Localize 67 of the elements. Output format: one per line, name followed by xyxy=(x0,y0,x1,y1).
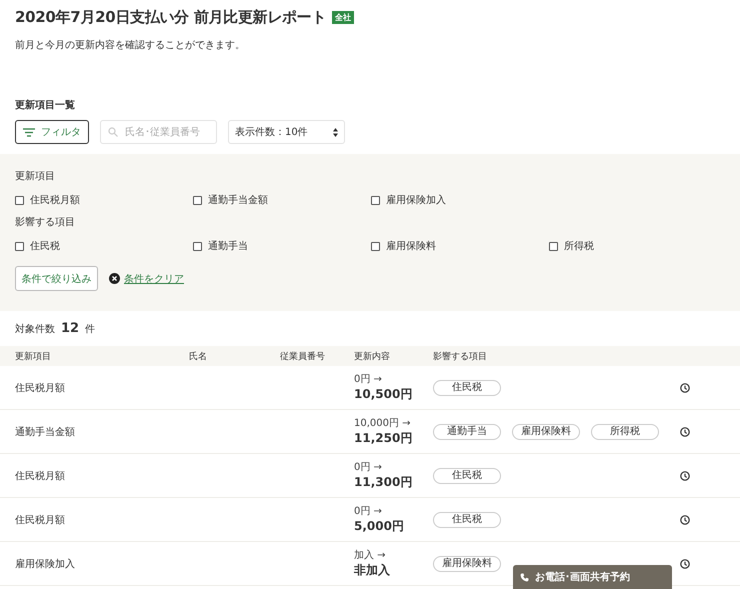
previous-value: 10,000円 → xyxy=(354,417,412,430)
new-value: 5,000円 xyxy=(354,518,405,535)
checkbox-label: 住民税 xyxy=(30,240,60,253)
scope-badge: 全社 xyxy=(332,11,354,24)
new-value: 11,300円 xyxy=(354,474,414,491)
checkbox-label: 雇用保険料 xyxy=(386,240,436,253)
group-label: 影響する項目 xyxy=(15,216,76,230)
checkbox-label: 通勤手当 xyxy=(208,240,248,253)
table-cell-text: 住民税月額 xyxy=(15,470,66,482)
count-value: 12 xyxy=(61,321,80,336)
search-icon xyxy=(108,127,118,137)
tag: 雇用保険料 xyxy=(512,424,580,440)
previous-value: 0円 → xyxy=(354,373,383,386)
page-description: 前月と今月の更新内容を確認することができます。 xyxy=(15,38,246,52)
new-value: 非加入 xyxy=(354,562,391,579)
checkbox[interactable] xyxy=(193,242,202,250)
column-header: 更新内容 xyxy=(354,350,391,362)
checkbox[interactable] xyxy=(15,196,24,204)
tag: 通勤手当 xyxy=(433,424,501,440)
column-header: 氏名 xyxy=(189,350,208,362)
clock-icon xyxy=(680,470,690,480)
table-cell-text: 住民税月額 xyxy=(15,382,66,394)
checkbox-label: 所得税 xyxy=(564,240,594,253)
clock-icon xyxy=(680,514,690,524)
sort-caret-icon xyxy=(333,128,338,136)
previous-value: 0円 → xyxy=(354,505,383,518)
new-value: 11,250円 xyxy=(354,430,414,447)
tag: 住民税 xyxy=(433,512,501,528)
group-label: 更新項目 xyxy=(15,170,56,184)
checkbox[interactable] xyxy=(15,242,24,250)
checkbox[interactable] xyxy=(371,242,380,250)
previous-value: 加入 → xyxy=(354,548,387,562)
checkbox[interactable] xyxy=(371,196,380,204)
checkbox-label: 雇用保険加入 xyxy=(386,194,446,207)
count-label: 対象件数 xyxy=(15,322,55,336)
clock-icon xyxy=(680,382,690,392)
apply-filter-button[interactable]: 条件で絞り込み xyxy=(15,266,98,291)
search-field[interactable]: 氏名･従業員番号 xyxy=(100,120,217,144)
table-cell-text: 通勤手当金額 xyxy=(15,426,76,438)
previous-value: 0円 → xyxy=(354,461,383,474)
tag: 所得税 xyxy=(591,424,659,440)
column-header: 従業員番号 xyxy=(280,350,326,362)
tag: 住民税 xyxy=(433,380,501,396)
filter-button[interactable]: フィルタ xyxy=(15,120,89,144)
contact-banner[interactable]: お電話･画面共有予約 xyxy=(513,565,672,589)
section-heading: 更新項目一覧 xyxy=(15,98,76,112)
checkbox[interactable] xyxy=(193,196,202,204)
tag: 住民税 xyxy=(433,468,501,484)
page-title: 2020年7月20日支払い分 前月比更新レポート xyxy=(15,8,326,27)
tag: 雇用保険料 xyxy=(433,556,501,572)
clock-icon xyxy=(680,426,690,436)
page-size-select[interactable]: 表示件数：10件 xyxy=(228,120,345,144)
count-unit: 件 xyxy=(85,323,96,336)
clear-icon xyxy=(109,273,120,284)
column-header: 影響する項目 xyxy=(433,350,488,362)
column-header: 更新項目 xyxy=(15,350,52,362)
checkbox[interactable] xyxy=(549,242,558,250)
clear-filter-link[interactable]: 条件をクリア xyxy=(124,272,184,286)
clock-icon xyxy=(680,558,690,568)
filter-icon xyxy=(23,128,35,136)
banner-label: お電話･画面共有予約 xyxy=(535,570,630,584)
table-cell-text: 住民税月額 xyxy=(15,514,66,526)
checkbox-label: 通勤手当金額 xyxy=(208,194,268,207)
checkbox-label: 住民税月額 xyxy=(30,194,80,207)
table-cell-text: 雇用保険加入 xyxy=(15,558,76,570)
phone-icon xyxy=(520,572,529,582)
new-value: 10,500円 xyxy=(354,386,414,403)
